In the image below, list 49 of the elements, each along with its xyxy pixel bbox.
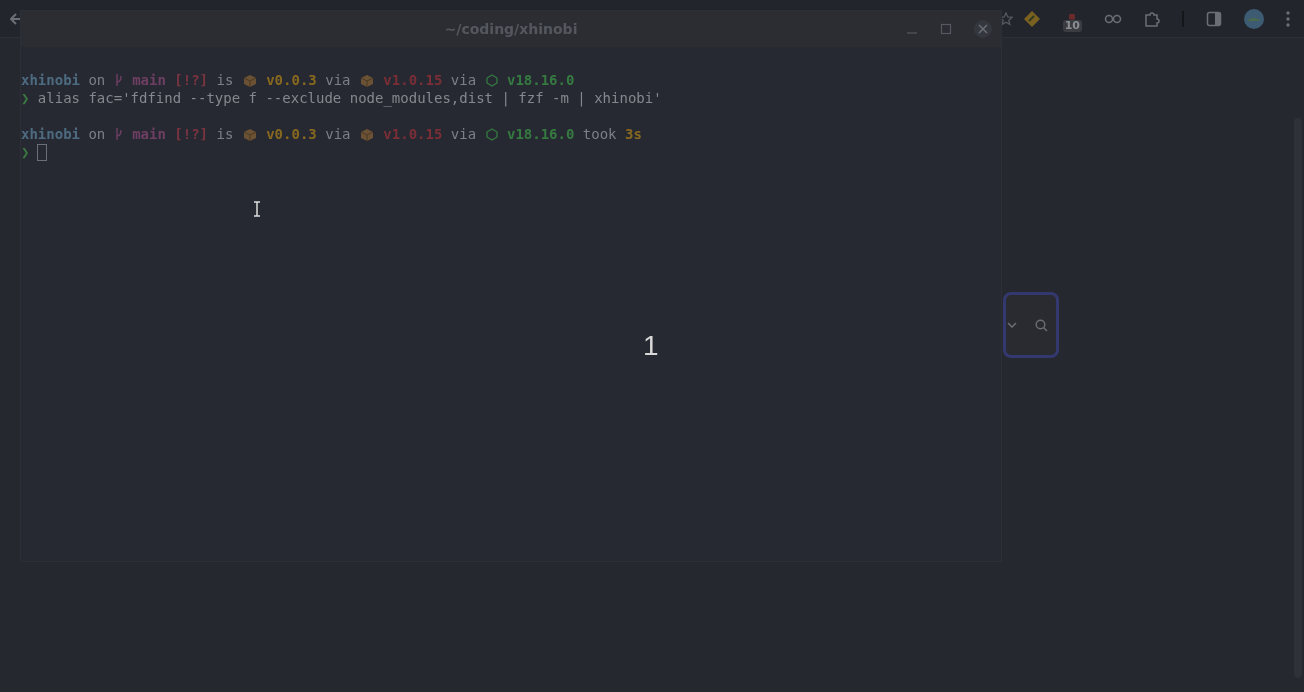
chevron-down-icon[interactable] [1007, 322, 1017, 328]
text-cursor [37, 143, 48, 161]
box-icon [242, 127, 257, 141]
package-version: v0.0.3 [265, 125, 317, 143]
glasses-icon[interactable] [1104, 12, 1122, 25]
extension-icon[interactable] [1022, 9, 1041, 28]
command-text: alias fac='fdfind --type f --exclude node_modules,dist | fzf -m | xhinobi' [36, 89, 662, 107]
hexagon-icon [485, 127, 498, 141]
rust-version: v1.0.15 [382, 125, 443, 143]
hexagon-icon [485, 73, 498, 87]
node-version: v18.16.0 [505, 125, 575, 143]
prompt-text: took [581, 125, 618, 143]
search-field[interactable] [1003, 292, 1059, 358]
box-icon [242, 73, 257, 87]
prompt-text: is [215, 125, 235, 143]
avatar-icon[interactable] [1244, 8, 1264, 29]
prompt-text: on [87, 125, 107, 143]
prompt-text: is [215, 71, 235, 89]
prompt-text: via [324, 71, 352, 89]
rust-version: v1.0.15 [382, 71, 443, 89]
box-icon [359, 73, 374, 87]
overlay-number: 1 [643, 330, 659, 362]
extension-badge: 10 [1062, 20, 1082, 32]
prompt-symbol: ❯ [21, 143, 30, 161]
branch-icon [114, 127, 123, 141]
prompt-text: on [87, 71, 107, 89]
search-icon[interactable] [1035, 318, 1048, 332]
prompt-symbol: ❯ [21, 89, 30, 107]
prompt-text: via [449, 125, 478, 143]
git-status: [!?] [173, 125, 209, 143]
close-icon[interactable] [974, 20, 992, 38]
box-icon [359, 127, 374, 141]
side-panel-icon[interactable] [1206, 10, 1222, 27]
directory-name: xhinobi [21, 71, 80, 89]
maximize-icon[interactable] [940, 23, 952, 35]
puzzle-icon[interactable] [1144, 10, 1160, 27]
prompt-text: via [449, 71, 478, 89]
git-status: [!?] [173, 71, 209, 89]
package-version: v0.0.3 [265, 71, 317, 89]
branch-name: main [131, 71, 166, 89]
directory-name: xhinobi [21, 125, 80, 143]
node-version: v18.16.0 [505, 71, 575, 89]
i-beam-cursor-icon [253, 201, 261, 217]
calendar-icon[interactable] [1067, 13, 1078, 20]
command-duration: 3s [624, 125, 642, 143]
menu-icon[interactable] [1286, 10, 1290, 27]
prompt-text: via [324, 125, 352, 143]
branch-icon [114, 73, 123, 87]
branch-name: main [131, 125, 166, 143]
